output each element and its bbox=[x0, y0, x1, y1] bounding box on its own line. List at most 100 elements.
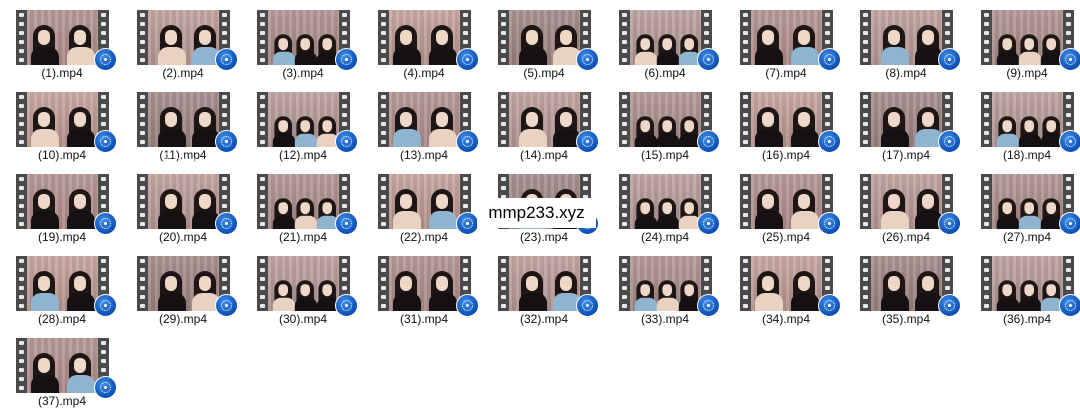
file-item[interactable]: (20).mp4 bbox=[127, 164, 239, 244]
person-figure bbox=[755, 269, 783, 311]
thumbnail-image bbox=[268, 92, 340, 147]
video-file-icon bbox=[1059, 294, 1080, 317]
person-figure bbox=[791, 269, 819, 311]
file-item[interactable]: (32).mp4 bbox=[488, 246, 600, 326]
video-file-icon bbox=[818, 48, 841, 71]
person-figure bbox=[519, 23, 547, 65]
person-figure bbox=[294, 115, 318, 147]
video-file-icon bbox=[215, 212, 238, 235]
file-item[interactable]: (1).mp4 bbox=[6, 0, 118, 80]
video-file-icon bbox=[94, 294, 117, 317]
film-strip-edge bbox=[16, 92, 27, 147]
thumbnail-image bbox=[27, 256, 98, 311]
person-figure bbox=[996, 33, 1020, 65]
video-file-icon bbox=[697, 294, 720, 317]
file-item[interactable]: (15).mp4 bbox=[609, 82, 721, 162]
video-file-icon bbox=[94, 212, 117, 235]
film-strip-edge bbox=[378, 10, 389, 65]
film-strip-edge bbox=[498, 92, 509, 147]
person-figure bbox=[31, 269, 59, 311]
file-item[interactable]: (6).mp4 bbox=[609, 0, 721, 80]
file-item[interactable]: (18).mp4 bbox=[971, 82, 1080, 162]
person-figure bbox=[272, 33, 296, 65]
file-item[interactable]: (10).mp4 bbox=[6, 82, 118, 162]
video-file-icon bbox=[818, 212, 841, 235]
person-figure bbox=[67, 105, 95, 147]
file-item[interactable]: (16).mp4 bbox=[730, 82, 842, 162]
file-item[interactable]: (33).mp4 bbox=[609, 246, 721, 326]
thumbnail-image bbox=[630, 256, 702, 311]
file-item[interactable]: (25).mp4 bbox=[730, 164, 842, 244]
file-item[interactable]: (34).mp4 bbox=[730, 246, 842, 326]
thumbnail-image bbox=[992, 174, 1064, 229]
thumbnail-image bbox=[509, 256, 581, 311]
thumbnail-image bbox=[871, 10, 943, 65]
file-item[interactable]: (37).mp4 bbox=[6, 328, 118, 408]
person-figure bbox=[158, 187, 186, 229]
video-file-icon bbox=[1059, 130, 1080, 153]
film-strip-edge bbox=[498, 10, 509, 65]
person-figure bbox=[996, 279, 1020, 311]
person-figure bbox=[1018, 115, 1042, 147]
person-figure bbox=[393, 105, 421, 147]
film-strip-edge bbox=[137, 10, 148, 65]
thumbnail-image bbox=[871, 174, 943, 229]
video-file-icon bbox=[335, 48, 358, 71]
file-item[interactable]: (5).mp4 bbox=[488, 0, 600, 80]
file-item[interactable]: (2).mp4 bbox=[127, 0, 239, 80]
video-file-icon bbox=[697, 48, 720, 71]
person-figure bbox=[881, 105, 909, 147]
person-figure bbox=[31, 23, 59, 65]
thumbnail-image bbox=[268, 10, 340, 65]
file-item[interactable]: (21).mp4 bbox=[247, 164, 359, 244]
thumbnail-image bbox=[630, 10, 702, 65]
video-file-icon bbox=[1059, 212, 1080, 235]
file-item[interactable]: (7).mp4 bbox=[730, 0, 842, 80]
faint-watermark-2: zitu bbox=[490, 150, 540, 175]
person-figure bbox=[755, 187, 783, 229]
file-item[interactable]: (24).mp4 bbox=[609, 164, 721, 244]
thumbnail-image bbox=[751, 92, 822, 147]
video-file-icon bbox=[697, 212, 720, 235]
file-item[interactable]: (31).mp4 bbox=[368, 246, 480, 326]
thumbnail-image bbox=[992, 10, 1064, 65]
thumbnail-image bbox=[148, 174, 220, 229]
video-file-icon bbox=[1059, 48, 1080, 71]
person-figure bbox=[272, 279, 296, 311]
video-file-icon bbox=[335, 130, 358, 153]
faint-watermark-3: zitu bbox=[850, 150, 900, 175]
person-figure bbox=[429, 269, 457, 311]
file-item[interactable]: (29).mp4 bbox=[127, 246, 239, 326]
file-item[interactable]: (36).mp4 bbox=[971, 246, 1080, 326]
thumbnail-image bbox=[871, 256, 943, 311]
file-item[interactable]: (30).mp4 bbox=[247, 246, 359, 326]
film-strip-edge bbox=[257, 174, 268, 229]
person-figure bbox=[429, 23, 457, 65]
thumbnail-image bbox=[630, 92, 702, 147]
thumbnail-image bbox=[148, 92, 220, 147]
file-item[interactable]: (4).mp4 bbox=[368, 0, 480, 80]
person-figure bbox=[393, 23, 421, 65]
file-item[interactable]: (12).mp4 bbox=[247, 82, 359, 162]
video-file-icon bbox=[576, 48, 599, 71]
person-figure bbox=[656, 33, 680, 65]
person-figure bbox=[429, 187, 457, 229]
file-item[interactable]: (28).mp4 bbox=[6, 246, 118, 326]
person-figure bbox=[656, 115, 680, 147]
person-figure bbox=[656, 279, 680, 311]
file-item[interactable]: (22).mp4 bbox=[368, 164, 480, 244]
thumbnail-image bbox=[751, 10, 822, 65]
person-figure bbox=[429, 105, 457, 147]
thumbnail-image bbox=[268, 256, 340, 311]
file-item[interactable]: (13).mp4 bbox=[368, 82, 480, 162]
file-item[interactable]: (35).mp4 bbox=[850, 246, 962, 326]
file-item[interactable]: (3).mp4 bbox=[247, 0, 359, 80]
file-item[interactable]: (26).mp4 bbox=[850, 164, 962, 244]
file-item[interactable]: (9).mp4 bbox=[971, 0, 1080, 80]
file-item[interactable]: (8).mp4 bbox=[850, 0, 962, 80]
thumbnail-image bbox=[992, 92, 1064, 147]
person-figure bbox=[634, 115, 658, 147]
film-strip-edge bbox=[740, 92, 751, 147]
file-item[interactable]: (27).mp4 bbox=[971, 164, 1080, 244]
file-item[interactable]: (19).mp4 bbox=[6, 164, 118, 244]
